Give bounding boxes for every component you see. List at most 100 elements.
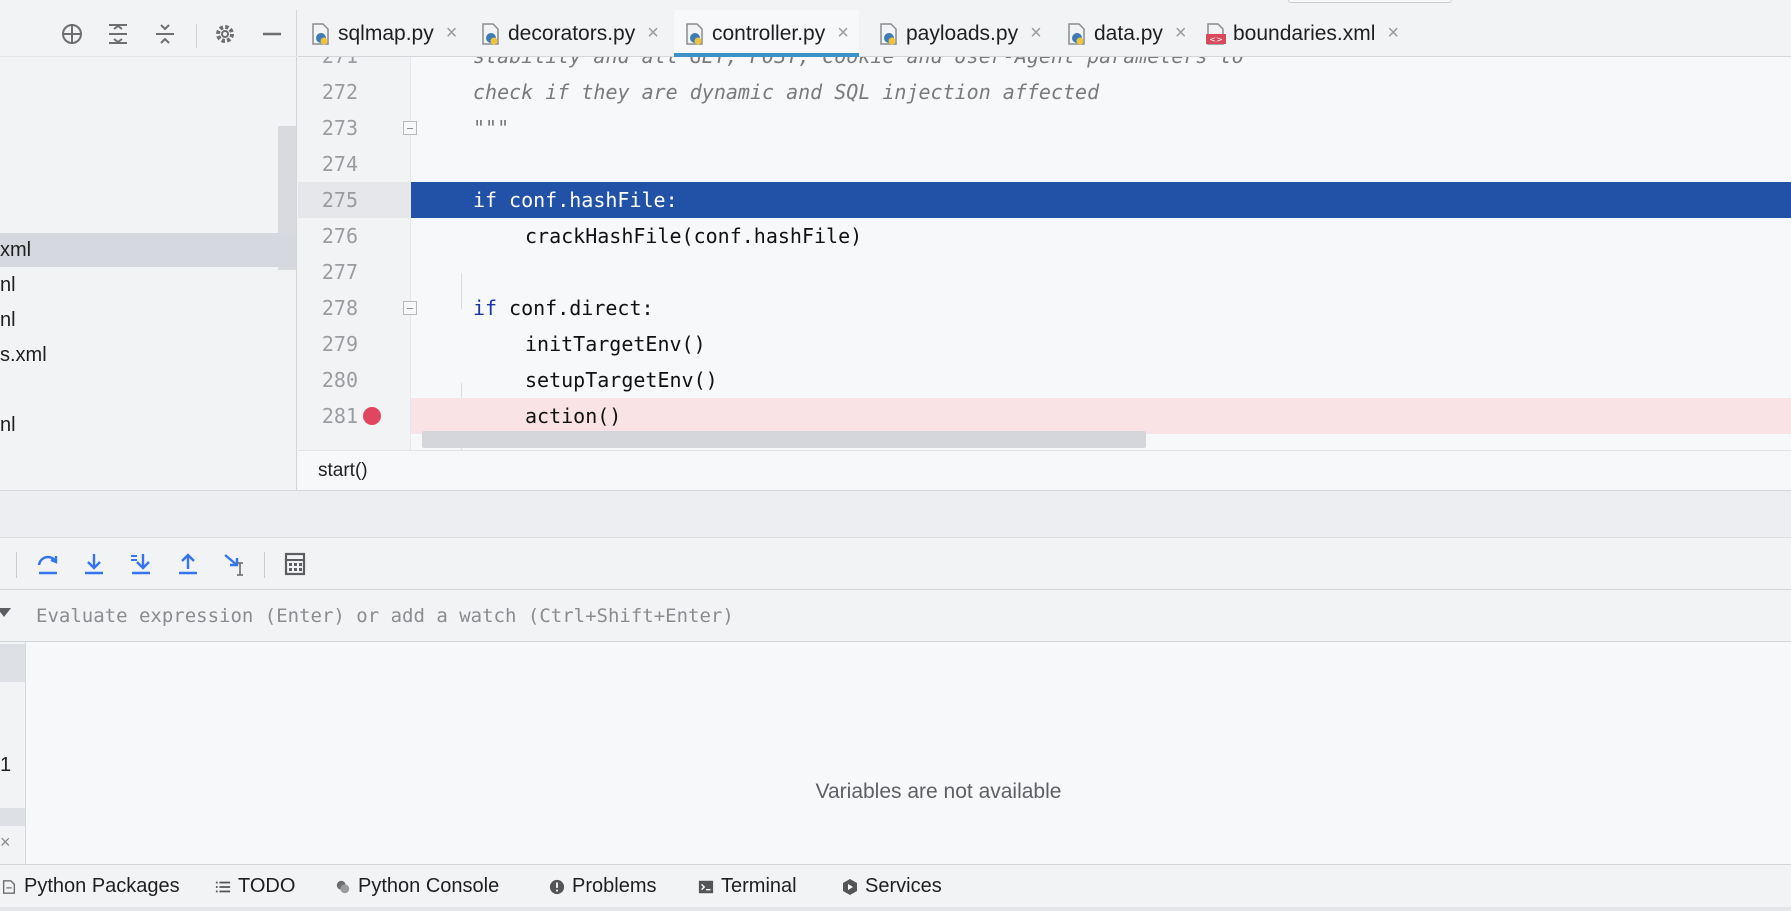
tab-data-py[interactable]: data.py × (1066, 10, 1187, 57)
code-text: """ (473, 116, 510, 140)
variables-empty-message: Variables are not available (815, 780, 1062, 803)
frame-row-selected[interactable] (0, 644, 25, 682)
tool-window-label: Services (865, 875, 942, 897)
tab-label: sqlmap.py (338, 21, 434, 45)
problems-icon (548, 878, 566, 896)
line-number: 279 (321, 332, 358, 356)
execution-point-line: 275 if conf.hashFile: (298, 182, 1791, 218)
code-line: 274 (298, 146, 1791, 182)
tool-window-label: Python Packages (24, 875, 180, 897)
line-number: 280 (321, 368, 358, 392)
project-panel: xml nl nl s.xml nl (0, 10, 297, 490)
close-icon[interactable]: × (1030, 22, 1042, 45)
todo-button[interactable]: TODO (214, 865, 295, 908)
line-number: 277 (321, 260, 358, 284)
tab-decorators-py[interactable]: decorators.py × (480, 10, 659, 57)
breakpoint-line: 281 action() (298, 398, 1791, 434)
expand-all-icon[interactable] (105, 21, 131, 47)
top-strip-segment (1288, 0, 1452, 3)
python-console-button[interactable]: Python Console (334, 865, 499, 908)
tree-item[interactable]: nl (0, 268, 296, 302)
keyword-if: if (473, 188, 498, 212)
line-number: 278 (321, 296, 358, 320)
svg-text:<>: <> (1209, 35, 1222, 44)
tool-window-label: Python Console (358, 875, 500, 897)
tree-item[interactable]: s.xml (0, 338, 296, 372)
tab-label: data.py (1094, 21, 1163, 45)
variables-panel: Variables are not available (26, 642, 1791, 864)
code-text: setupTargetEnv() (525, 368, 718, 392)
tool-window-label: Problems (572, 875, 657, 897)
line-number: 273 (321, 116, 358, 140)
tab-boundaries-xml[interactable]: <> boundaries.xml × (1205, 10, 1399, 57)
services-icon (841, 878, 859, 896)
close-icon[interactable]: × (837, 22, 849, 45)
tree-item[interactable]: nl (0, 303, 296, 337)
editor-horizontal-scrollbar[interactable] (422, 431, 1146, 448)
code-text: action() (525, 404, 622, 428)
tree-item-label: nl (0, 309, 16, 331)
line-number: 274 (321, 152, 358, 176)
python-console-icon (334, 878, 352, 896)
tab-label: boundaries.xml (1233, 21, 1376, 45)
code-line: 273 """ (298, 110, 1791, 146)
code-editor[interactable]: 271 stability and all GET, POST, Cookie … (298, 57, 1791, 450)
code-text: check if they are dynamic and SQL inject… (473, 80, 1100, 104)
close-icon[interactable]: × (0, 832, 11, 853)
collapse-all-icon[interactable] (152, 21, 178, 47)
step-out-icon[interactable] (174, 550, 202, 578)
gear-icon[interactable] (212, 21, 238, 47)
line-number: 275 (321, 188, 358, 212)
todo-icon (214, 878, 232, 896)
code-line: 278 if conf.direct: (298, 290, 1791, 326)
services-button[interactable]: Services (841, 865, 942, 908)
close-icon[interactable]: × (446, 22, 458, 45)
terminal-button[interactable]: Terminal (697, 865, 797, 908)
tab-label: payloads.py (906, 21, 1019, 45)
evaluate-expression-icon[interactable] (281, 550, 309, 578)
tree-item-label: nl (0, 414, 16, 436)
tool-windows-bar: Python Packages TODO Python Console Prob… (0, 864, 1791, 907)
code-text: conf.direct: (497, 296, 654, 320)
close-icon[interactable]: × (1175, 22, 1187, 45)
toolbar-separator (196, 24, 197, 48)
tab-sqlmap-py[interactable]: sqlmap.py × (310, 10, 457, 57)
minimize-icon[interactable] (259, 21, 285, 47)
python-packages-button[interactable]: Python Packages (0, 865, 180, 908)
history-dropdown-icon[interactable] (0, 608, 11, 617)
project-panel-toolbar (0, 10, 297, 57)
frames-panel: 1 × (0, 642, 26, 864)
breakpoint-icon[interactable] (363, 407, 381, 425)
evaluate-expression-input[interactable] (24, 590, 1791, 641)
close-icon[interactable]: × (1387, 22, 1399, 45)
tab-payloads-py[interactable]: payloads.py × (878, 10, 1042, 57)
step-into-my-code-icon[interactable] (127, 550, 155, 578)
frame-row[interactable] (0, 808, 25, 826)
keyword-if: if (473, 296, 498, 320)
step-over-icon[interactable] (34, 550, 62, 578)
line-number: 276 (321, 224, 358, 248)
python-file-icon (684, 22, 706, 46)
tree-item[interactable]: nl (0, 408, 296, 442)
tab-label: controller.py (712, 21, 826, 45)
step-into-icon[interactable] (80, 550, 108, 578)
code-text: stability and all GET, POST, Cookie and … (473, 57, 1244, 74)
problems-button[interactable]: Problems (548, 865, 656, 908)
code-line: 271 stability and all GET, POST, Cookie … (298, 57, 1791, 74)
code-line: 272 check if they are dynamic and SQL in… (298, 74, 1791, 110)
code-text: conf.hashFile: (497, 188, 678, 212)
close-icon[interactable]: × (647, 22, 659, 45)
tool-window-label: Terminal (721, 875, 797, 897)
tree-item-label: xml (0, 239, 32, 261)
xml-file-icon: <> (1205, 22, 1227, 46)
code-line: 280 setupTargetEnv() (298, 362, 1791, 398)
code-line: 276 crackHashFile(conf.hashFile) (298, 218, 1791, 254)
breadcrumb-item[interactable]: start() (318, 460, 368, 481)
window-bottom-edge (0, 907, 1791, 911)
tree-item[interactable]: xml (0, 233, 296, 267)
code-line: 279 initTargetEnv() (298, 326, 1791, 362)
tab-label: decorators.py (508, 21, 636, 45)
locate-icon[interactable] (59, 21, 85, 47)
run-to-cursor-icon[interactable] (221, 550, 249, 578)
tab-controller-py[interactable]: controller.py × (674, 10, 859, 57)
